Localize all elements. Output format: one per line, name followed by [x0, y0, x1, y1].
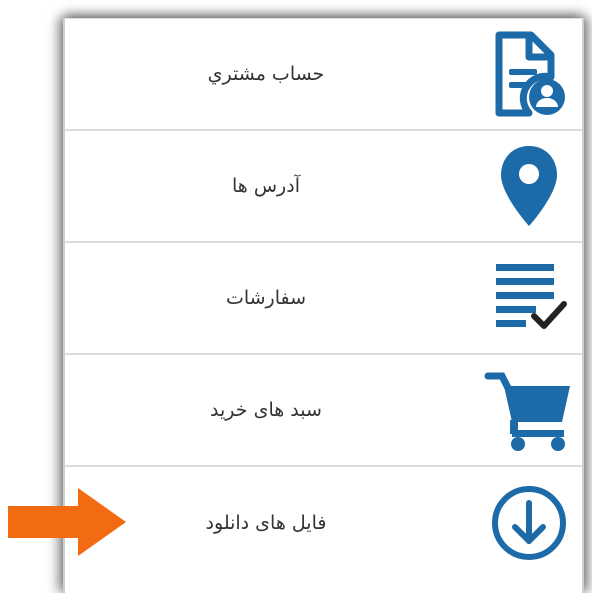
menu-item-label: آدرس ها [232, 175, 300, 197]
menu-item-label: سبد های خرید [210, 399, 322, 421]
menu-item-label: حساب مشتري [207, 63, 325, 85]
orders-list-check-icon [484, 253, 574, 343]
menu-item-label: سفارشات [225, 287, 307, 309]
account-document-icon [484, 29, 574, 119]
location-pin-icon [484, 141, 574, 231]
menu-item-orders[interactable]: سفارشات [65, 243, 582, 355]
menu-item-addresses[interactable]: آدرس ها [65, 131, 582, 243]
download-circle-icon [484, 478, 574, 568]
shopping-cart-icon [484, 365, 574, 455]
menu-item-account[interactable]: حساب مشتري [65, 19, 582, 131]
menu-item-carts[interactable]: سبد های خرید [65, 355, 582, 467]
account-menu-panel: حساب مشتري آدرس ها سفارشات سبد های خرید … [63, 18, 584, 593]
menu-item-downloads[interactable]: فایل های دانلود [65, 467, 582, 579]
orange-arrow-icon [8, 488, 126, 556]
